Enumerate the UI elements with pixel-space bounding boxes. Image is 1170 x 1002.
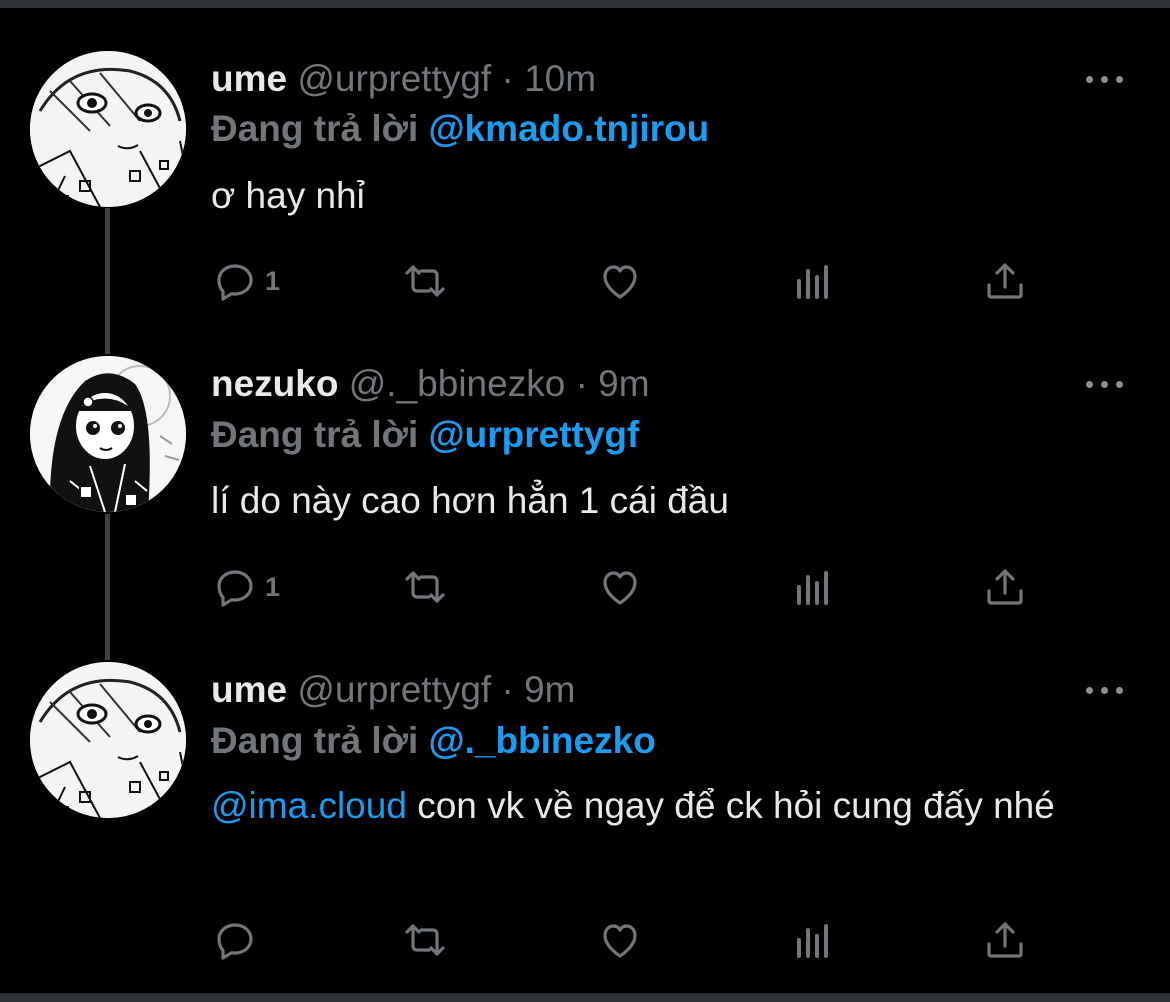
separator-dot: · bbox=[575, 363, 588, 404]
user-handle[interactable]: @urprettygf bbox=[297, 58, 491, 99]
display-name[interactable]: ume bbox=[211, 58, 287, 99]
reply-icon bbox=[217, 264, 253, 301]
retweet-icon bbox=[405, 924, 445, 956]
reply-count: 1 bbox=[265, 571, 281, 602]
avatar-illustration bbox=[30, 51, 186, 207]
timestamp[interactable]: 9m bbox=[598, 363, 649, 404]
share-button[interactable] bbox=[981, 256, 1029, 306]
share-button[interactable] bbox=[981, 915, 1029, 965]
replying-to-mention[interactable]: @._bbinezko bbox=[429, 720, 656, 761]
retweet-icon bbox=[405, 571, 445, 603]
share-icon bbox=[987, 569, 1023, 605]
replying-to-label: Đang trả lời bbox=[211, 414, 419, 455]
reply-icon bbox=[217, 570, 253, 607]
display-name[interactable]: nezuko bbox=[211, 363, 338, 404]
reply-button[interactable]: 1 bbox=[211, 562, 280, 612]
top-divider bbox=[0, 0, 1170, 8]
analytics-icon bbox=[797, 571, 828, 605]
like-button[interactable] bbox=[596, 256, 644, 306]
replying-to: Đang trả lời @kmado.tnjirou bbox=[211, 106, 709, 152]
replying-to-mention[interactable]: @urprettygf bbox=[429, 414, 640, 455]
separator-dot: · bbox=[501, 669, 514, 710]
reply-count: 1 bbox=[265, 265, 281, 296]
share-button[interactable] bbox=[981, 562, 1029, 612]
retweet-button[interactable] bbox=[401, 562, 449, 612]
tweet-text: @ima.cloud con vk về ngay để ck hỏi cung… bbox=[211, 781, 1091, 831]
tweet-header: ume @urprettygf · 9m bbox=[211, 667, 576, 713]
tweet-header: nezuko @._bbinezko · 9m bbox=[211, 361, 650, 407]
display-name[interactable]: ume bbox=[211, 669, 287, 710]
analytics-icon bbox=[797, 924, 828, 958]
like-button[interactable] bbox=[596, 915, 644, 965]
like-icon bbox=[603, 571, 637, 605]
analytics-button[interactable] bbox=[789, 256, 837, 306]
body-text: lí do này cao hơn hẳn 1 cái đầu bbox=[211, 480, 729, 521]
replying-to-label: Đang trả lời bbox=[211, 720, 419, 761]
replying-to-label: Đang trả lời bbox=[211, 108, 419, 149]
retweet-icon bbox=[405, 265, 445, 297]
analytics-button[interactable] bbox=[789, 915, 837, 965]
nezuko-avatar[interactable] bbox=[30, 356, 186, 512]
ume-avatar[interactable] bbox=[30, 662, 186, 818]
reply-button[interactable] bbox=[211, 915, 265, 965]
tweet-text: ơ hay nhỉ bbox=[211, 171, 1091, 221]
like-button[interactable] bbox=[596, 562, 644, 612]
thread-connector bbox=[105, 208, 110, 354]
body-mention[interactable]: @ima.cloud bbox=[211, 785, 407, 826]
share-icon bbox=[987, 922, 1023, 958]
like-icon bbox=[603, 265, 637, 299]
thread-connector bbox=[105, 514, 110, 660]
user-handle[interactable]: @._bbinezko bbox=[349, 363, 566, 404]
retweet-button[interactable] bbox=[401, 915, 449, 965]
reply-button[interactable]: 1 bbox=[211, 256, 280, 306]
ume-avatar[interactable] bbox=[30, 51, 186, 207]
tweet-actions: 1 bbox=[211, 562, 1041, 612]
more-icon[interactable] bbox=[1086, 374, 1126, 394]
avatar-illustration bbox=[30, 662, 186, 818]
avatar-illustration bbox=[30, 356, 186, 512]
tweet-text: lí do này cao hơn hẳn 1 cái đầu bbox=[211, 476, 1091, 526]
body-text: ơ hay nhỉ bbox=[211, 175, 365, 216]
more-icon[interactable] bbox=[1086, 69, 1126, 89]
analytics-icon bbox=[797, 265, 828, 299]
reply-icon bbox=[217, 923, 253, 960]
share-icon bbox=[987, 263, 1023, 299]
like-icon bbox=[603, 924, 637, 958]
tweet-actions: 1 bbox=[211, 256, 1041, 306]
body-text: con vk về ngay để ck hỏi cung đấy nhé bbox=[406, 785, 1055, 826]
retweet-button[interactable] bbox=[401, 256, 449, 306]
separator-dot: · bbox=[501, 58, 514, 99]
replying-to: Đang trả lời @urprettygf bbox=[211, 412, 639, 458]
tweet-header: ume @urprettygf · 10m bbox=[211, 56, 596, 102]
timestamp[interactable]: 10m bbox=[524, 58, 596, 99]
bottom-divider bbox=[0, 993, 1170, 1002]
more-icon[interactable] bbox=[1086, 680, 1126, 700]
replying-to: Đang trả lời @._bbinezko bbox=[211, 718, 656, 764]
timestamp[interactable]: 9m bbox=[524, 669, 575, 710]
tweet-actions bbox=[211, 915, 1041, 965]
user-handle[interactable]: @urprettygf bbox=[297, 669, 491, 710]
replying-to-mention[interactable]: @kmado.tnjirou bbox=[429, 108, 710, 149]
analytics-button[interactable] bbox=[789, 562, 837, 612]
